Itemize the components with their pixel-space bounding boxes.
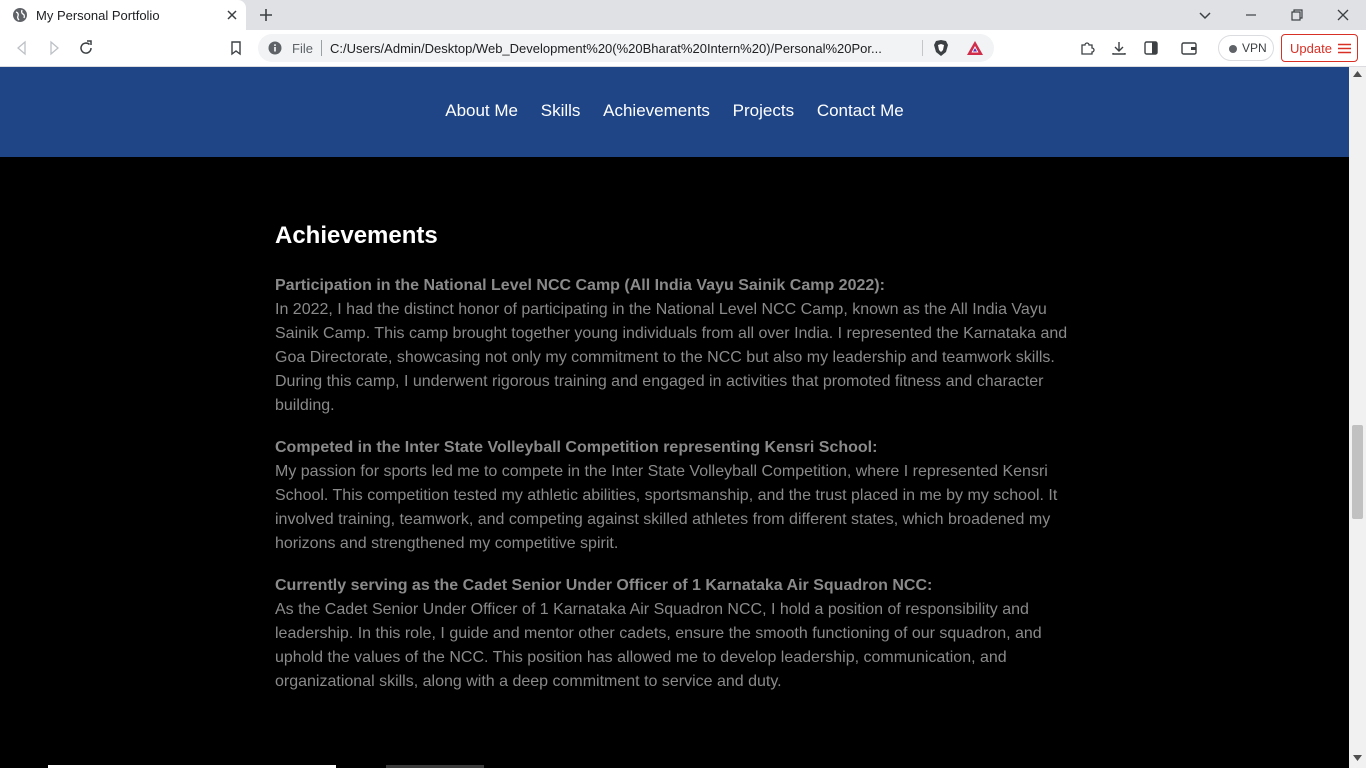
forward-icon[interactable] xyxy=(45,39,63,57)
vpn-label: VPN xyxy=(1242,41,1267,55)
close-window-icon[interactable] xyxy=(1333,5,1353,25)
vpn-status-dot xyxy=(1229,45,1237,53)
wallet-icon[interactable] xyxy=(1180,39,1198,57)
tab-search-chevron-icon[interactable] xyxy=(1195,5,1215,25)
extensions-icon[interactable] xyxy=(1078,39,1096,57)
browser-toolbar: File C:/Users/Admin/Desktop/Web_Developm… xyxy=(0,30,1366,67)
brave-shields-icon[interactable] xyxy=(932,39,950,57)
update-label: Update xyxy=(1290,41,1332,56)
scroll-down-arrow-icon[interactable] xyxy=(1353,755,1362,761)
nav-link-contact-me[interactable]: Contact Me xyxy=(817,101,904,121)
address-bar[interactable]: File C:/Users/Admin/Desktop/Web_Developm… xyxy=(258,34,994,62)
browser-tab[interactable]: My Personal Portfolio xyxy=(0,0,246,30)
achievement-title: Competed in the Inter State Volleyball C… xyxy=(275,439,878,456)
url-separator xyxy=(321,40,322,56)
achievement-item: Competed in the Inter State Volleyball C… xyxy=(275,436,1075,556)
menu-icon xyxy=(1338,43,1351,54)
brave-rewards-icon[interactable] xyxy=(966,39,984,57)
achievement-description: As the Cadet Senior Under Officer of 1 K… xyxy=(275,601,1042,690)
achievement-description: My passion for sports led me to compete … xyxy=(275,463,1058,552)
update-button[interactable]: Update xyxy=(1281,34,1358,62)
tab-strip: My Personal Portfolio xyxy=(0,0,1366,30)
url-text[interactable]: C:/Users/Admin/Desktop/Web_Development%2… xyxy=(330,41,914,56)
achievement-item: Currently serving as the Cadet Senior Un… xyxy=(275,574,1075,694)
nav-link-skills[interactable]: Skills xyxy=(541,101,581,121)
achievement-item: Participation in the National Level NCC … xyxy=(275,274,1075,418)
download-icon[interactable] xyxy=(1110,39,1128,57)
tab-title: My Personal Portfolio xyxy=(36,8,160,23)
back-icon[interactable] xyxy=(13,39,31,57)
vpn-button[interactable]: VPN xyxy=(1218,35,1274,61)
nav-link-projects[interactable]: Projects xyxy=(733,101,794,121)
url-separator-right xyxy=(922,40,923,56)
section-heading: Achievements xyxy=(275,222,438,249)
url-scheme: File xyxy=(292,41,313,56)
bookmark-icon[interactable] xyxy=(227,39,245,57)
vertical-scrollbar[interactable] xyxy=(1349,67,1366,768)
nav-link-achievements[interactable]: Achievements xyxy=(603,101,710,121)
nav-links: About Me Skills Achievements Projects Co… xyxy=(0,101,1349,121)
minimize-icon[interactable] xyxy=(1241,5,1261,25)
site-navbar: About Me Skills Achievements Projects Co… xyxy=(0,67,1349,157)
restore-icon[interactable] xyxy=(1287,5,1307,25)
nav-link-about-me[interactable]: About Me xyxy=(445,101,518,121)
reload-icon[interactable] xyxy=(77,39,95,57)
info-icon[interactable] xyxy=(268,41,282,55)
sidebar-icon[interactable] xyxy=(1142,39,1160,57)
globe-icon xyxy=(13,8,27,22)
new-tab-icon[interactable] xyxy=(257,6,275,24)
achievement-title: Participation in the National Level NCC … xyxy=(275,277,885,294)
close-tab-icon[interactable] xyxy=(224,7,240,23)
achievement-description: In 2022, I had the distinct honor of par… xyxy=(275,301,1068,414)
page-viewport: About Me Skills Achievements Projects Co… xyxy=(0,67,1349,768)
achievement-title: Currently serving as the Cadet Senior Un… xyxy=(275,577,933,594)
achievements-section: Achievements Participation in the Nation… xyxy=(275,222,1075,712)
scrollbar-thumb[interactable] xyxy=(1352,425,1363,519)
scroll-up-arrow-icon[interactable] xyxy=(1353,71,1362,77)
